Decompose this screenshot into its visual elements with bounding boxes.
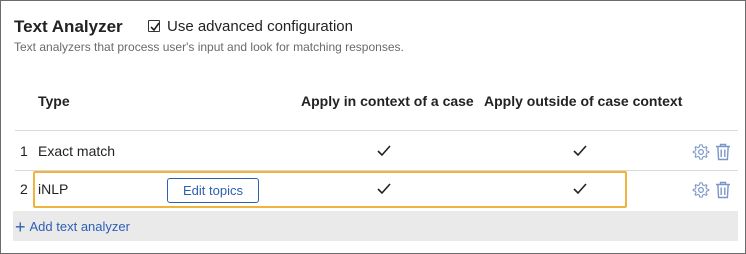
check-icon xyxy=(377,145,391,157)
column-header-type: Type xyxy=(38,93,70,109)
row-index: 1 xyxy=(20,143,28,159)
analyzer-type: iNLP xyxy=(38,181,69,197)
trash-icon[interactable] xyxy=(715,143,731,161)
trash-icon[interactable] xyxy=(715,181,731,199)
gear-icon[interactable] xyxy=(692,181,710,199)
header-divider xyxy=(15,130,738,131)
column-header-apply-in-case: Apply in context of a case xyxy=(301,93,474,109)
check-icon xyxy=(573,183,587,195)
checkmark-icon xyxy=(150,22,160,32)
add-text-analyzer-label[interactable]: Add text analyzer xyxy=(30,219,130,234)
panel-subtitle: Text analyzers that process user's input… xyxy=(14,40,404,54)
add-text-analyzer-link[interactable]: + Add text analyzer xyxy=(15,216,130,237)
row-index: 2 xyxy=(20,181,28,197)
advanced-config-label[interactable]: Use advanced configuration xyxy=(167,18,353,35)
panel-title: Text Analyzer xyxy=(14,17,123,36)
plus-icon: + xyxy=(15,216,26,237)
column-header-apply-outside-case: Apply outside of case context xyxy=(484,93,683,109)
edit-topics-button[interactable]: Edit topics xyxy=(167,178,259,203)
text-analyzer-panel: Text Analyzer Use advanced configuration… xyxy=(0,0,746,254)
gear-icon[interactable] xyxy=(692,143,710,161)
highlighted-row-outline xyxy=(33,171,627,208)
analyzer-type: Exact match xyxy=(38,143,116,159)
advanced-config-checkbox[interactable] xyxy=(148,20,160,32)
check-icon xyxy=(573,145,587,157)
check-icon xyxy=(377,183,391,195)
